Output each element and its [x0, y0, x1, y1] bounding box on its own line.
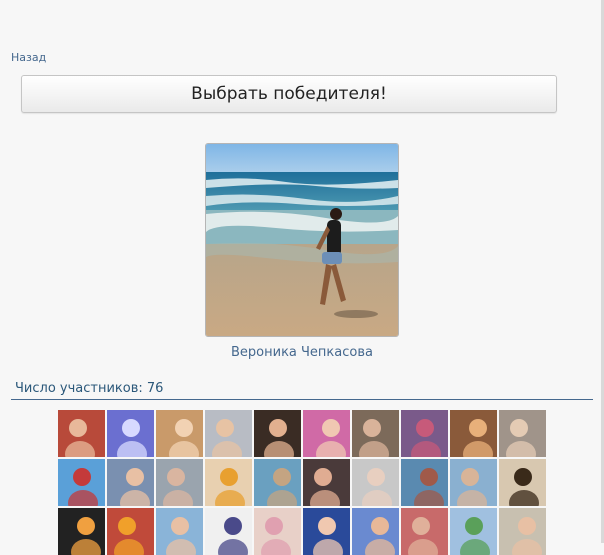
participant-avatar[interactable]	[205, 410, 252, 457]
pick-winner-button[interactable]: Выбрать победителя!	[21, 75, 557, 113]
winner-name[interactable]: Вероника Чепкасова	[0, 345, 604, 360]
participant-avatar[interactable]	[156, 508, 203, 555]
winner-photo-image	[206, 144, 398, 336]
participant-avatar[interactable]	[205, 459, 252, 506]
participant-avatar[interactable]	[401, 410, 448, 457]
participant-avatar[interactable]	[58, 459, 105, 506]
participant-avatar[interactable]	[303, 508, 350, 555]
participant-avatar[interactable]	[499, 508, 546, 555]
participant-avatar[interactable]	[156, 459, 203, 506]
participants-count: Число участников: 76	[15, 381, 164, 396]
winner-photo[interactable]	[205, 143, 399, 337]
participant-avatar[interactable]	[499, 410, 546, 457]
participant-avatar[interactable]	[450, 459, 497, 506]
participant-avatar[interactable]	[401, 508, 448, 555]
participant-avatar[interactable]	[58, 410, 105, 457]
participants-grid	[58, 410, 546, 555]
back-link[interactable]: Назад	[11, 51, 46, 64]
participant-avatar[interactable]	[58, 508, 105, 555]
participant-avatar[interactable]	[450, 508, 497, 555]
participant-avatar[interactable]	[156, 410, 203, 457]
participant-avatar[interactable]	[254, 410, 301, 457]
participant-avatar[interactable]	[352, 508, 399, 555]
section-divider	[11, 399, 593, 400]
participant-avatar[interactable]	[107, 410, 154, 457]
participant-avatar[interactable]	[254, 459, 301, 506]
participant-avatar[interactable]	[303, 410, 350, 457]
participant-avatar[interactable]	[107, 508, 154, 555]
participant-avatar[interactable]	[352, 410, 399, 457]
participant-avatar[interactable]	[499, 459, 546, 506]
participant-avatar[interactable]	[254, 508, 301, 555]
participant-avatar[interactable]	[352, 459, 399, 506]
participant-avatar[interactable]	[107, 459, 154, 506]
participant-avatar[interactable]	[450, 410, 497, 457]
pick-winner-label: Выбрать победителя!	[191, 84, 387, 104]
participant-avatar[interactable]	[303, 459, 350, 506]
participant-avatar[interactable]	[401, 459, 448, 506]
participant-avatar[interactable]	[205, 508, 252, 555]
